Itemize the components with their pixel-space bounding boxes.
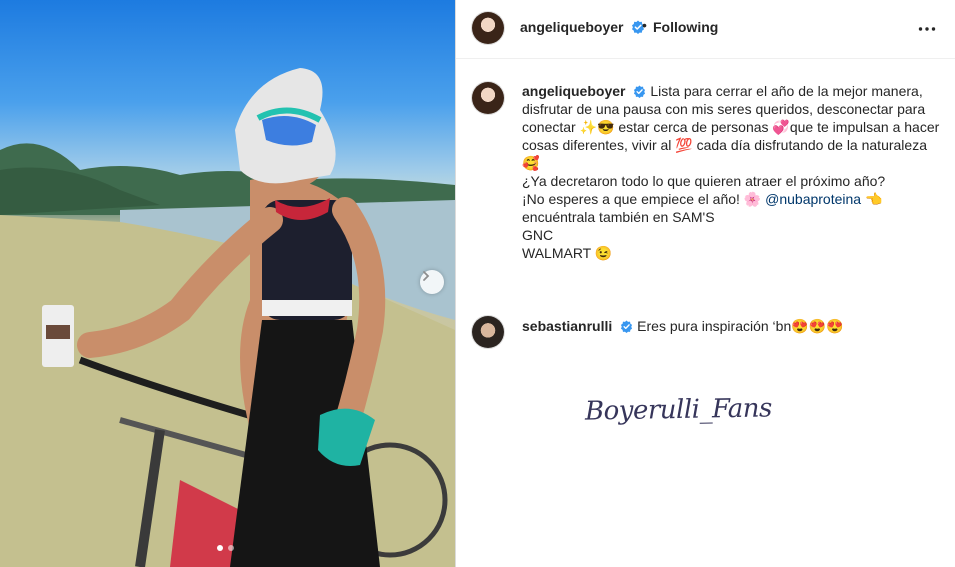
mention-link[interactable]: @nubaproteina — [765, 191, 861, 207]
header-separator: • — [642, 17, 647, 33]
post-image[interactable] — [0, 0, 455, 567]
caption-username[interactable]: angeliqueboyer — [522, 83, 625, 99]
carousel-indicator — [217, 545, 234, 551]
commenter-avatar[interactable] — [472, 316, 504, 348]
comment-line: sebastianrulli Eres pura inspiración ‘bn… — [522, 317, 942, 335]
verified-badge-icon — [634, 85, 646, 98]
carousel-dot — [228, 545, 234, 551]
comment-body: sebastianrulli Eres pura inspiración ‘bn… — [522, 317, 942, 335]
caption-line: encuéntrala también en SAM'S — [522, 209, 715, 225]
author-avatar[interactable] — [472, 12, 504, 44]
caption-text: ¡No esperes a que empiece el año! 🌸 — [522, 191, 766, 207]
commenter-username[interactable]: sebastianrulli — [522, 318, 612, 334]
caption-line: 🥰 — [522, 155, 540, 171]
caption-line: GNC — [522, 227, 554, 243]
caption-text: 👈 — [861, 191, 883, 207]
post-photo-illustration — [0, 68, 455, 567]
caption-body: angeliqueboyer Lista para cerrar el año … — [522, 82, 942, 262]
more-options-icon[interactable] — [918, 20, 936, 38]
carousel-dot-active — [217, 545, 223, 551]
caption-text: Lista para cerrar el año de la mejor man… — [650, 83, 923, 99]
chevron-right-icon — [423, 271, 430, 281]
post-caption: angeliqueboyer Lista para cerrar el año … — [472, 82, 942, 272]
carousel-next-button[interactable] — [420, 270, 444, 294]
caption-line: disfrutar de una pausa con mis seres que… — [522, 101, 926, 117]
verified-badge-icon — [621, 320, 633, 333]
post-header: angeliqueboyer • Following — [456, 0, 955, 59]
caption-line: angeliqueboyer Lista para cerrar el año … — [522, 82, 942, 100]
author-username-text[interactable]: angeliqueboyer — [520, 19, 623, 35]
comment-text: Eres pura inspiración ‘bn😍😍😍 — [637, 318, 844, 334]
caption-line: cosas diferentes, vivir al 💯 cada día di… — [522, 137, 927, 153]
caption-line: WALMART 😉 — [522, 245, 613, 261]
comment-item: sebastianrulli Eres pura inspiración ‘bn… — [472, 316, 942, 350]
following-button[interactable]: Following — [653, 19, 718, 35]
fan-watermark: Boyerulli_Fans — [584, 393, 773, 427]
caption-author-avatar[interactable] — [472, 82, 504, 114]
caption-line: ¡No esperes a que empiece el año! 🌸 @nub… — [522, 190, 942, 208]
caption-line: conectar ✨😎 estar cerca de personas 💞que… — [522, 119, 940, 135]
caption-line: ¿Ya decretaron todo lo que quieren atrae… — [522, 173, 886, 189]
post-details-pane: angeliqueboyer • Following angeliqueboye… — [456, 0, 955, 567]
author-username[interactable]: angeliqueboyer — [520, 19, 645, 35]
